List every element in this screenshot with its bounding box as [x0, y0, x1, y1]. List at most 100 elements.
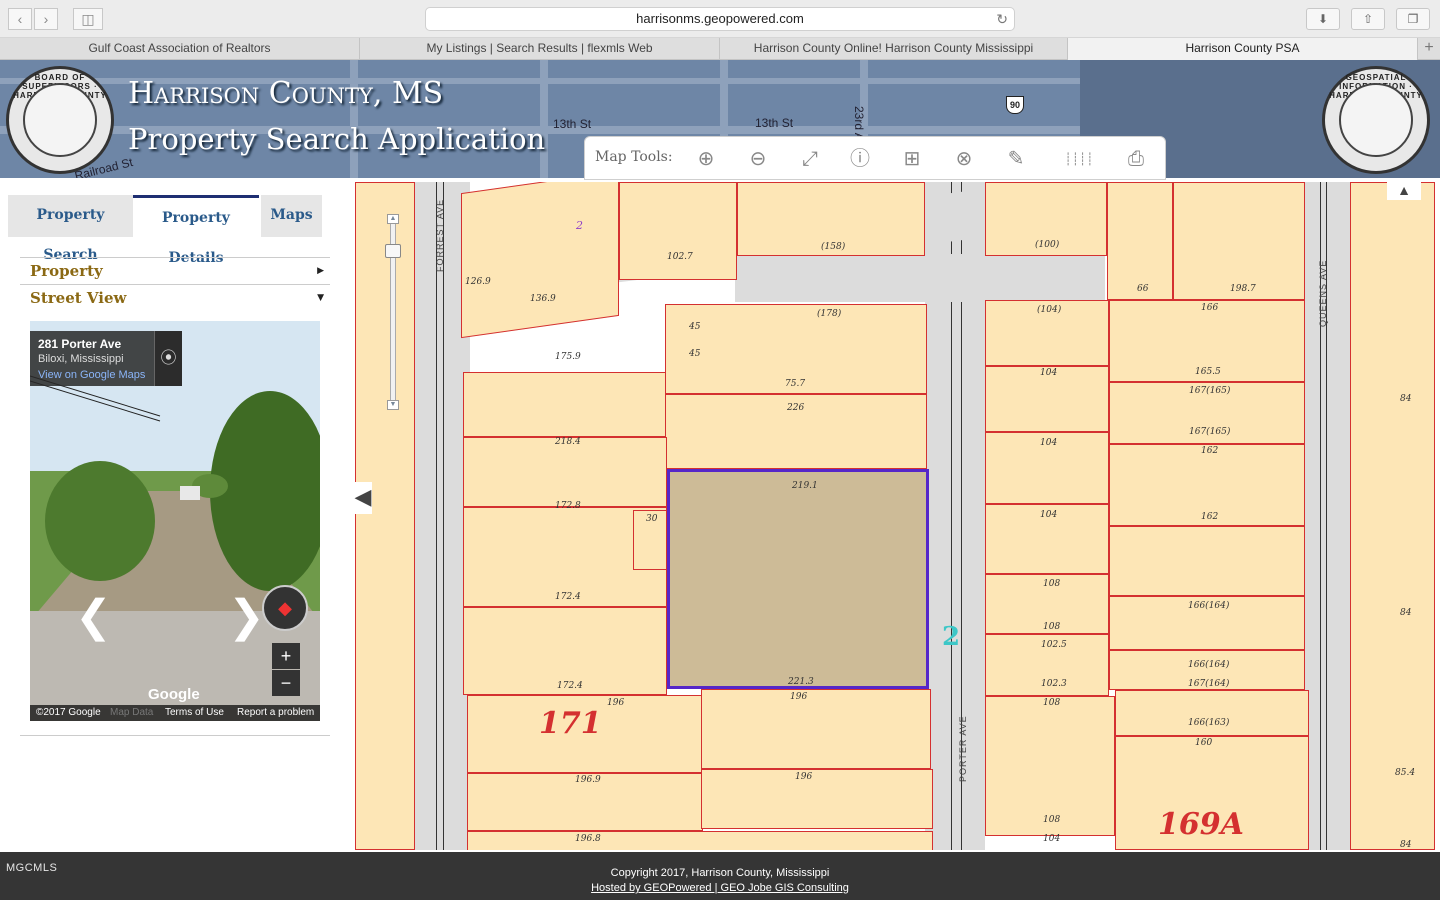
google-logo: Google [148, 686, 200, 703]
parcel[interactable] [1107, 182, 1173, 300]
print-icon[interactable]: ⎙ [1121, 145, 1151, 173]
dimension-label: 85.4 [1395, 768, 1416, 778]
street-label: 13th St [755, 116, 794, 130]
dimension-label: 166(164) [1188, 660, 1230, 670]
banner-street [540, 60, 548, 178]
parcel[interactable] [701, 689, 931, 769]
measure-icon[interactable]: ┊┊┊┊ [1055, 145, 1103, 173]
accordion-street-view[interactable]: Street View ▼ [20, 284, 330, 311]
street-view-zoom-out-button[interactable]: − [272, 670, 300, 696]
zoom-handle[interactable] [385, 244, 401, 258]
url-bar[interactable]: harrisonms.geopowered.com ↻ [425, 7, 1015, 31]
dimension-label: 160 [1195, 738, 1213, 748]
left-panel: Property Search Property Details Maps Pr… [0, 180, 345, 852]
app-title: Harrison County, MS [128, 76, 444, 111]
dimension-label: 84 [1400, 608, 1412, 618]
grid-icon[interactable]: ⊞ [897, 145, 927, 173]
dimension-label: 167(165) [1189, 427, 1231, 437]
new-tab-icon[interactable]: + [1418, 38, 1440, 60]
zoom-out-icon[interactable]: ⊖ [743, 145, 773, 173]
clear-icon[interactable]: ⊗ [949, 145, 979, 173]
full-extent-icon[interactable]: ⤢ [795, 145, 825, 173]
pencil-icon[interactable]: ✎ [1001, 145, 1031, 173]
reload-icon[interactable]: ↻ [996, 8, 1008, 30]
share-icon[interactable]: ⇧ [1351, 8, 1385, 30]
browser-tab[interactable]: Harrison County Online! Harrison County … [720, 38, 1068, 60]
dimension-label: 84 [1400, 394, 1412, 404]
block-number: 171 [539, 706, 602, 741]
dimension-label: 218.4 [555, 437, 581, 447]
street-view-panorama[interactable]: 281 Porter Ave Biloxi, Mississippi View … [30, 321, 320, 721]
tabs-overview-icon[interactable]: ❐ [1396, 8, 1430, 30]
block-number: 2 [576, 219, 583, 232]
dimension-label: 198.7 [1230, 284, 1256, 294]
eagle-icon [1339, 83, 1413, 157]
map-tools-panel: Map Tools: ⊕ ⊖ ⤢ ⓘ ⊞ ⊗ ✎ ┊┊┊┊ ⎙ [584, 136, 1166, 180]
dimension-label: 108 [1043, 579, 1061, 589]
browser-tab-active[interactable]: Harrison County PSA [1068, 38, 1418, 60]
parcel[interactable] [467, 831, 933, 850]
dimension-label: (158) [821, 242, 846, 252]
parcel[interactable] [619, 182, 737, 280]
zoom-in-icon[interactable]: ⊕ [691, 145, 721, 173]
parcel[interactable] [701, 769, 933, 829]
dimension-label: 30 [646, 514, 658, 524]
parcel[interactable] [1109, 526, 1305, 596]
dimension-label: 219.1 [792, 481, 818, 491]
dimension-label: 196 [795, 772, 813, 782]
parcel-map[interactable]: FORREST AVE PORTER AVE QUEENS AVE 126.9 … [355, 182, 1435, 850]
tab-property-details[interactable]: Property Details [133, 195, 259, 266]
dimension-label: 162 [1201, 512, 1219, 522]
parcel[interactable] [461, 182, 619, 339]
dimension-label: 166 [1201, 303, 1219, 313]
highway-shield-icon: 90 [1006, 96, 1024, 114]
dimension-label: 196.8 [575, 834, 601, 844]
downloads-icon[interactable]: ⬇ [1306, 8, 1340, 30]
map-data-link[interactable]: Map Data [110, 705, 153, 721]
dimension-label: 102.3 [1041, 679, 1067, 689]
collapse-header-icon[interactable]: ▲ [1387, 182, 1421, 200]
dimension-label: (100) [1035, 240, 1060, 250]
url-text: harrisonms.geopowered.com [636, 11, 804, 26]
zoom-slider[interactable]: ▲ ▼ [385, 214, 401, 410]
pan-left-arrow-icon[interactable]: ❮ [75, 591, 112, 642]
chevron-right-icon: ▶ [317, 266, 324, 276]
zoom-slider-up-icon[interactable]: ▲ [387, 214, 399, 224]
footer-hosted-link[interactable]: Hosted by GEOPowered | GEO Jobe GIS Cons… [0, 882, 1440, 894]
compass-icon[interactable]: ◆ [262, 585, 308, 631]
accordion-street-view-label: Street View [30, 289, 127, 307]
tab-maps[interactable]: Maps [261, 195, 322, 237]
selected-parcel-281-porter-ave[interactable] [667, 469, 929, 689]
dimension-label: 196 [790, 692, 808, 702]
dimension-label: 108 [1043, 622, 1061, 632]
back-button[interactable]: ‹ [8, 8, 32, 30]
sidebar-toggle-icon[interactable]: ◫ [73, 8, 103, 30]
browser-tab[interactable]: Gulf Coast Association of Realtors [0, 38, 360, 60]
street-view-zoom-in-button[interactable]: + [272, 643, 300, 669]
parcel[interactable] [1350, 182, 1435, 850]
parcel[interactable] [1173, 182, 1305, 300]
parcel[interactable] [463, 437, 667, 507]
collapse-left-panel-icon[interactable]: ◀ [354, 482, 372, 514]
tab-property-search[interactable]: Property Search [8, 195, 133, 263]
info-icon[interactable]: ⓘ [845, 145, 875, 173]
forward-button[interactable]: › [34, 8, 58, 30]
report-problem-link[interactable]: Report a problem [237, 705, 314, 721]
browser-toolbar: ‹ › ◫ harrisonms.geopowered.com ↻ ⬇ ⇧ ❐ [0, 0, 1440, 38]
terms-of-use-link[interactable]: Terms of Use [165, 705, 224, 721]
footer: MGCMLS Copyright 2017, Harrison County, … [0, 852, 1440, 900]
map-tools-label: Map Tools: [595, 149, 673, 165]
dimension-label: 167(165) [1189, 386, 1231, 396]
app-subtitle: Property Search Application [128, 122, 546, 156]
browser-tab[interactable]: My Listings | Search Results | flexmls W… [360, 38, 720, 60]
parcel[interactable] [1115, 690, 1309, 736]
zoom-slider-down-icon[interactable]: ▼ [387, 400, 399, 410]
dimension-label: 104 [1040, 438, 1058, 448]
dimension-label: 45 [689, 322, 701, 332]
tab-strip: Gulf Coast Association of Realtors My Li… [0, 38, 1440, 60]
parcel[interactable] [463, 372, 667, 437]
map-pin-icon[interactable]: ⦿ [154, 331, 182, 386]
accordion-property[interactable]: Property ▶ [20, 257, 330, 284]
dimension-label: 102.5 [1041, 640, 1067, 650]
pan-right-arrow-icon[interactable]: ❯ [228, 591, 265, 642]
